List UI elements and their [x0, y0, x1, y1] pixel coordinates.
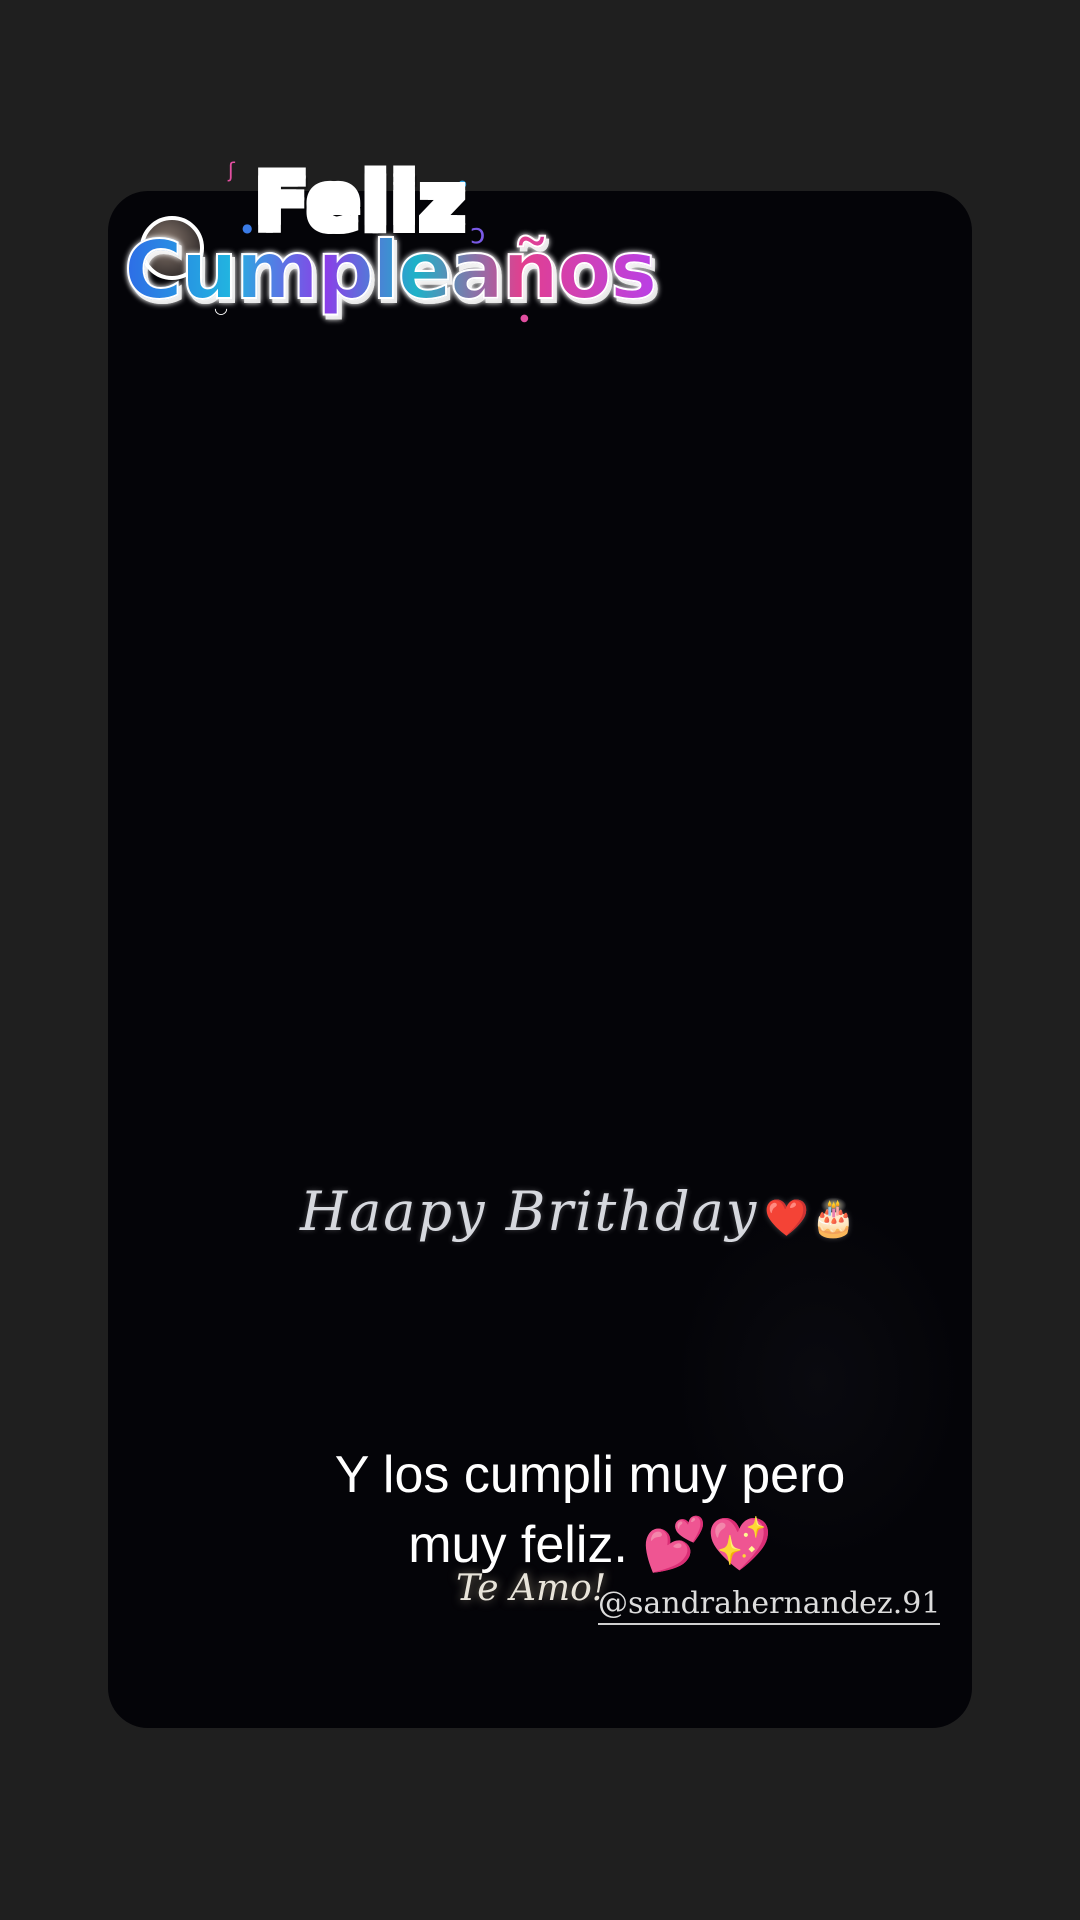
creator-handle-link[interactable]: @sandrahernandez.91 [598, 1586, 941, 1625]
confetti-icon: ʃ [228, 158, 235, 182]
video-caption: Y los cumpli muy pero muy feliz. 💕💖 [250, 1440, 930, 1580]
feliz-cumpleanos-sticker: ʃ ● ↄ ● ● ◡ Feliz Cumpleaños [120, 150, 658, 340]
happy-birthday-script: Haapy Brithday ❤️🎂 [300, 1180, 856, 1243]
sticker-title-line2: Cumpleaños [123, 223, 658, 318]
heart-cake-icon: ❤️🎂 [764, 1198, 858, 1239]
te-amo-overlay: Te Amo! [456, 1568, 607, 1609]
script-text: Haapy Brithday [300, 1180, 759, 1243]
caption-line-1: Y los cumpli muy pero [334, 1446, 846, 1504]
